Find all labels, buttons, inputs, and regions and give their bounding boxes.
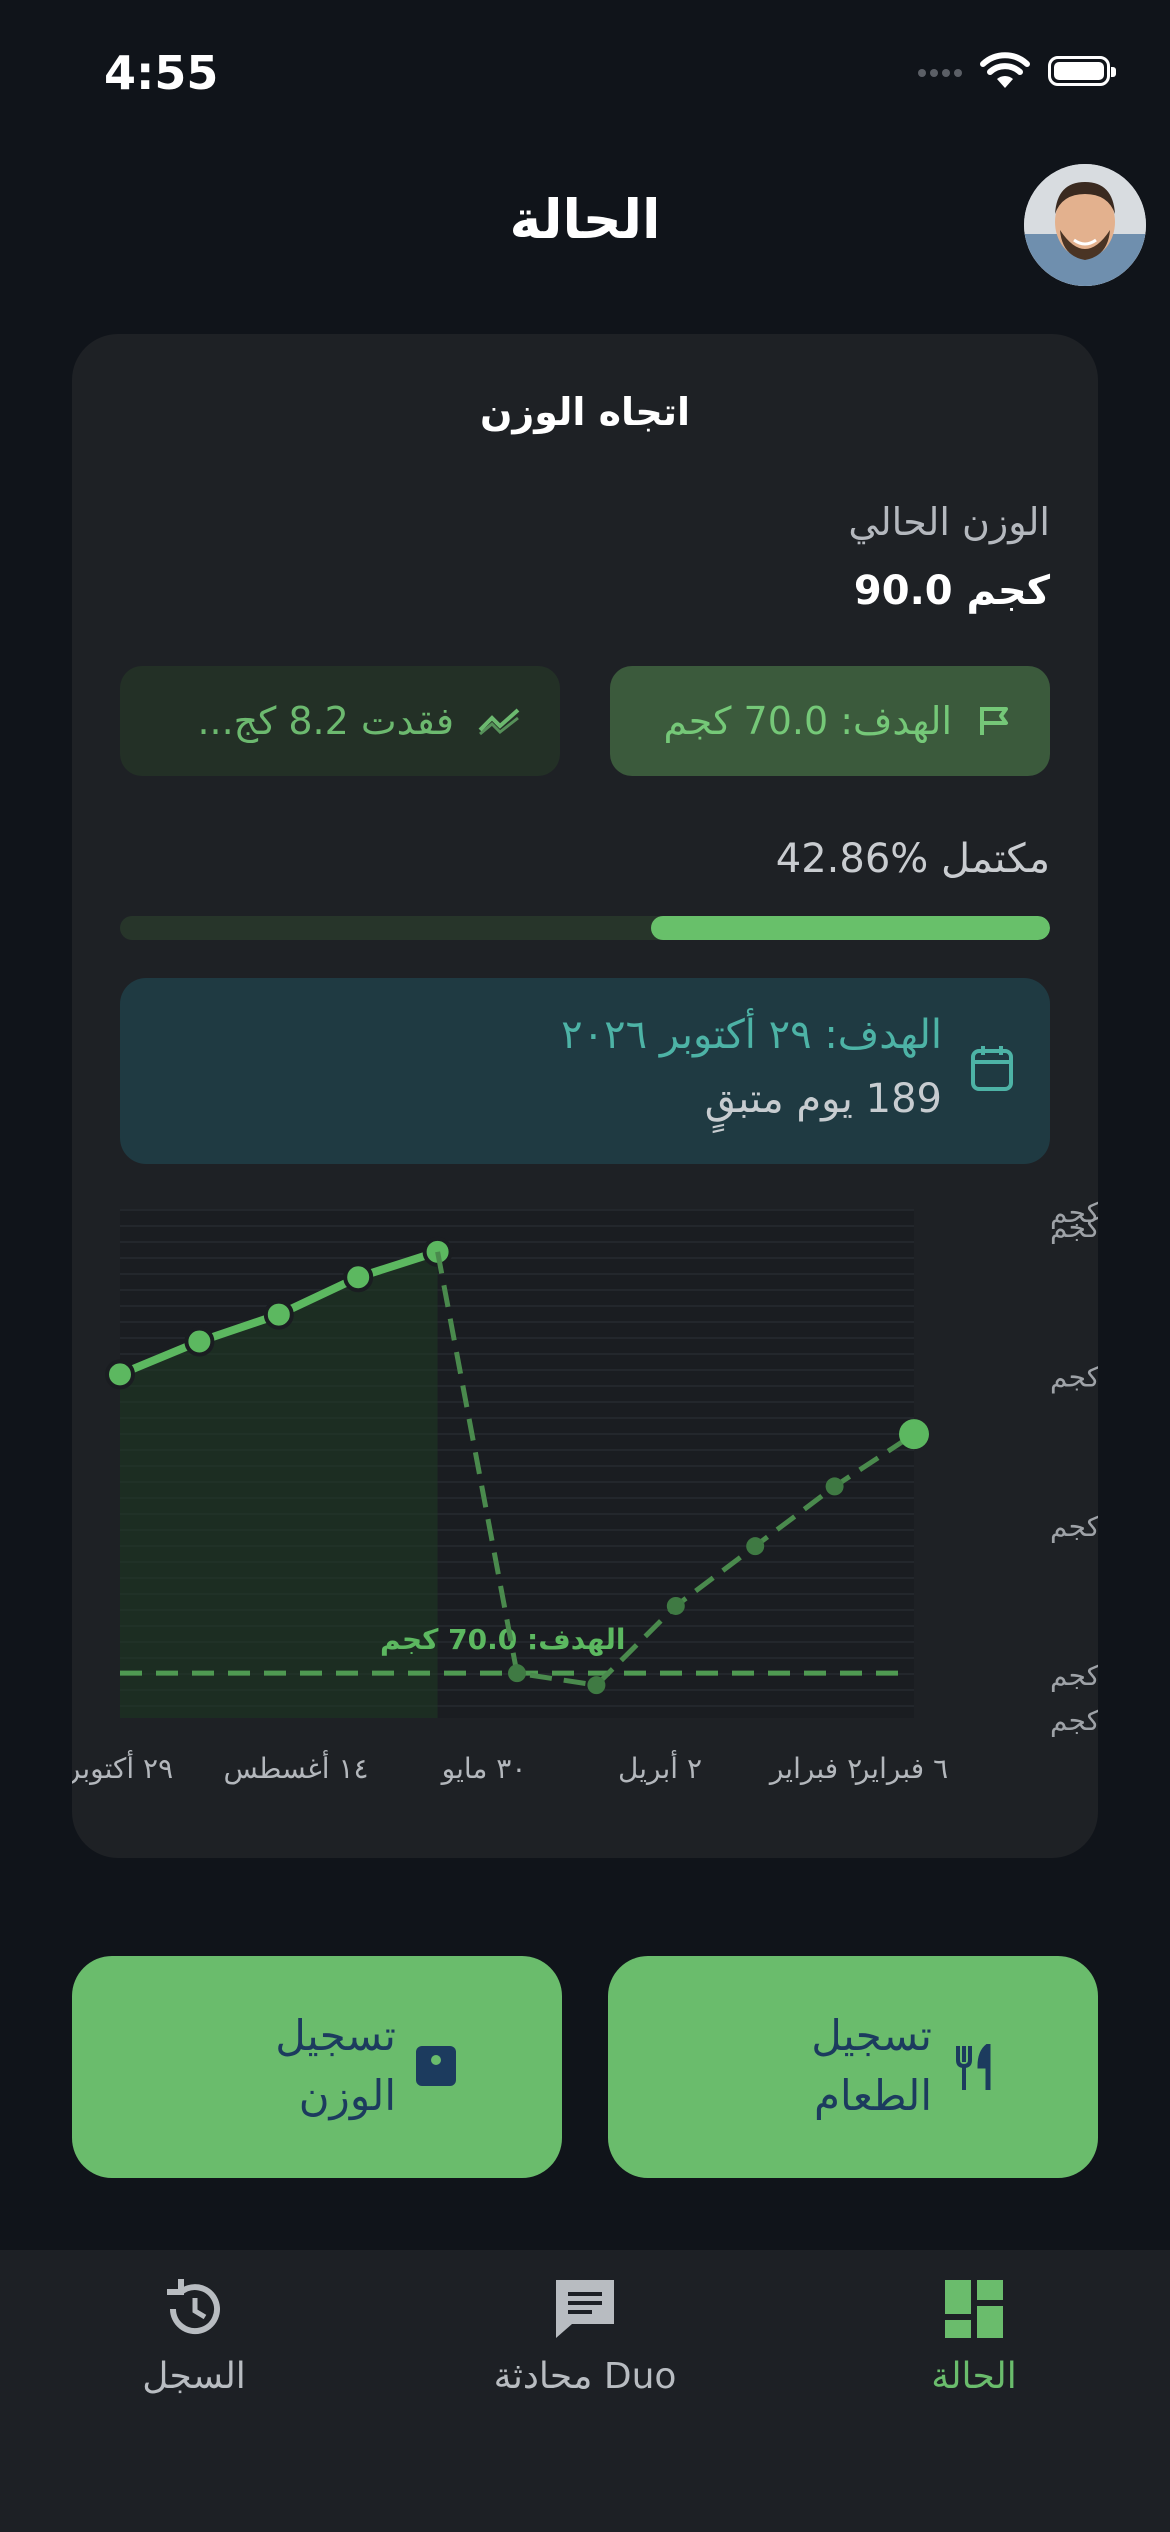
data-point-projected [666, 1596, 685, 1615]
log-weight-label: تسجيل الوزن [275, 2011, 396, 2120]
x-tick-label: ٣٠ مايو [440, 1752, 527, 1785]
status-icons [914, 52, 1116, 90]
y-tick-label: 100 كجم [1050, 1211, 1098, 1244]
tab-status-label: الحالة [931, 2356, 1017, 2397]
log-food-label: تسجيل الطعام [811, 2011, 932, 2120]
x-tick-label: ٦ فبراير [854, 1752, 948, 1785]
y-tick-label: 67 كجم [1050, 1704, 1098, 1737]
battery-icon [1048, 56, 1116, 86]
x-tick-label: ١٤ أغسطس [223, 1749, 368, 1785]
utensils-icon [954, 2040, 998, 2096]
tab-chat[interactable]: محادثة Duo [435, 2274, 735, 2397]
data-point [263, 1299, 294, 1330]
tab-history[interactable]: السجل [44, 2274, 344, 2397]
tab-bar: السجل محادثة Duo الحالة [0, 2250, 1170, 2532]
chat-icon [556, 2280, 614, 2338]
log-food-button[interactable]: تسجيل الطعام [608, 1956, 1098, 2178]
x-tick-label: ٢٩ أكتوبر [72, 1749, 173, 1785]
log-weight-button[interactable]: تسجيل الوزن [72, 1956, 562, 2178]
scale-icon [414, 2044, 458, 2092]
history-icon [167, 2279, 220, 2335]
data-point [343, 1262, 374, 1293]
weight-trend-card: اتجاه الوزن الوزن الحالي 90.0 كجم الهدف:… [72, 334, 1098, 1858]
data-point-projected [746, 1537, 765, 1556]
data-point-latest [899, 1419, 929, 1450]
status-time: 4:55 [104, 46, 219, 100]
tab-status[interactable]: الحالة [824, 2274, 1124, 2397]
page-title: الحالة [509, 188, 661, 251]
data-point-projected [825, 1477, 844, 1496]
y-tick-label: 80 كجم [1050, 1510, 1098, 1543]
weight-chart: الهدف: 70.0 كجم101 كجم100 كجم90 كجم80 كج… [72, 1196, 1098, 1785]
x-tick-label: ٢ فبراير [768, 1752, 862, 1785]
y-tick-label: 70 كجم [1050, 1659, 1098, 1692]
y-tick-label: 90 كجم [1050, 1360, 1098, 1393]
signal-icon [914, 62, 962, 81]
avatar[interactable] [1024, 164, 1146, 286]
wifi-icon [980, 52, 1030, 88]
dashboard-icon [945, 2280, 1003, 2338]
x-tick-label: ٢ أبريل [618, 1749, 702, 1785]
data-point-projected [587, 1676, 606, 1695]
goal-line-label: الهدف: 70.0 كجم [380, 1623, 626, 1656]
data-point-projected [508, 1664, 526, 1683]
data-point [184, 1326, 215, 1357]
tab-chat-label: محادثة Duo [493, 2356, 677, 2397]
tab-history-label: السجل [142, 2356, 246, 2397]
data-point [105, 1359, 135, 1390]
